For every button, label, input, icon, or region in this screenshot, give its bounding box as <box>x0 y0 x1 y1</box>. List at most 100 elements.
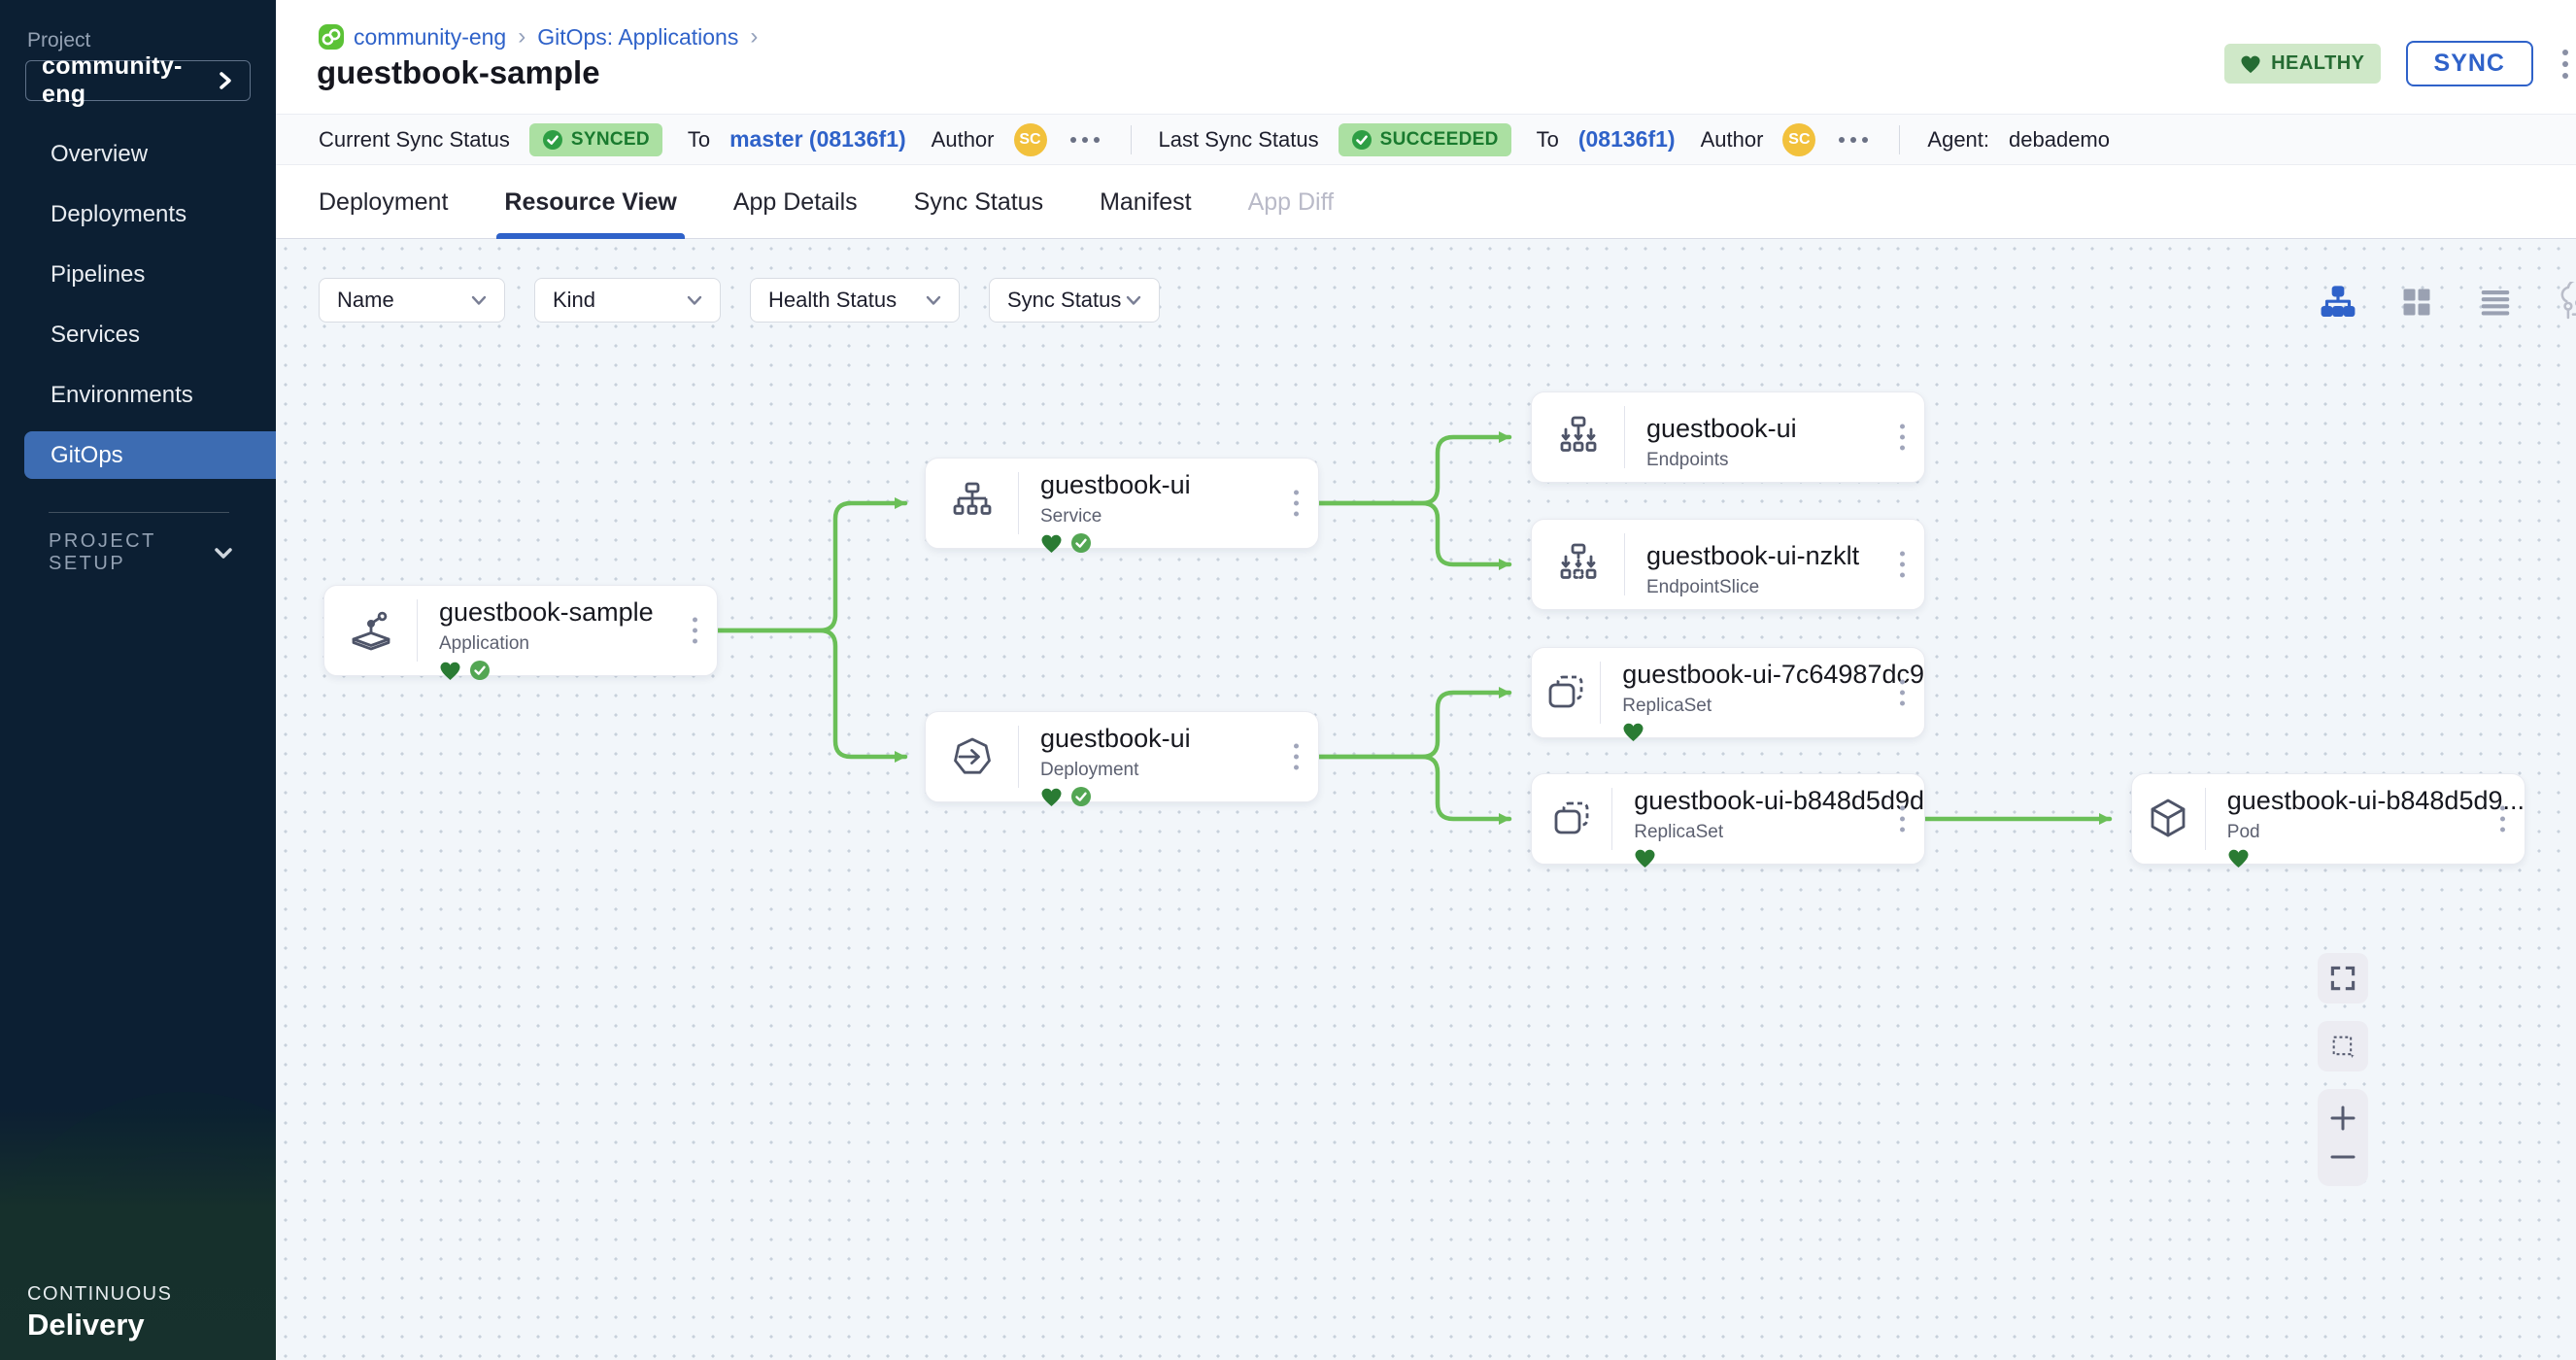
tab-resource-view[interactable]: Resource View <box>504 165 676 239</box>
endpointslice-icon <box>1532 533 1625 595</box>
sidebar-item-pipelines[interactable]: Pipelines <box>0 245 276 305</box>
node-more-menu[interactable] <box>1290 487 1303 521</box>
sync-status-bar: Current Sync Status SYNCED To master (08… <box>276 114 2576 165</box>
gitops-app-page: Project community-eng Overview Deploymen… <box>0 0 2576 1360</box>
node-status <box>1622 722 1924 742</box>
author-label: Author <box>1701 127 1764 153</box>
commit-more-icon[interactable] <box>1067 133 1103 147</box>
resource-node-replicaset-1[interactable]: guestbook-ui-7c64987dc9 ReplicaSet <box>1531 647 1925 738</box>
grid-view-icon[interactable] <box>2399 285 2434 324</box>
filter-kind-dropdown[interactable]: Kind <box>534 278 721 323</box>
node-kind: Endpoints <box>1646 450 1924 471</box>
last-revision-link[interactable]: (08136f1) <box>1578 126 1676 153</box>
resource-node-replicaset-2[interactable]: guestbook-ui-b848d5d9d ReplicaSet <box>1531 773 1925 865</box>
breadcrumb-project-link[interactable]: community-eng <box>354 24 506 51</box>
replicaset-icon <box>1532 662 1601 724</box>
resource-tree-canvas[interactable]: Name Kind Health Status Sync Status <box>276 239 2576 1360</box>
commit-more-icon[interactable] <box>1835 133 1872 147</box>
breadcrumb-separator: › <box>748 23 760 51</box>
node-title: guestbook-ui <box>1040 724 1318 754</box>
to-label: To <box>688 127 710 153</box>
statusbar-divider <box>1899 125 1900 154</box>
zoom-in-button[interactable] <box>2328 1104 2357 1133</box>
resource-node-application[interactable]: guestbook-sample Application <box>323 585 718 676</box>
breadcrumb: community-eng › GitOps: Applications › <box>319 23 760 51</box>
node-status <box>1040 786 1318 807</box>
agent-value: debademo <box>2009 127 2110 153</box>
sidebar-divider <box>49 512 229 513</box>
heart-icon <box>1622 722 1644 742</box>
header-actions: HEALTHY SYNC <box>2224 41 2559 86</box>
heart-icon <box>439 661 461 681</box>
filter-name-dropdown[interactable]: Name <box>319 278 505 323</box>
resource-node-pod[interactable]: guestbook-ui-b848d5d9... Pod <box>2131 773 2525 865</box>
sidebar-item-overview[interactable]: Overview <box>0 124 276 185</box>
tab-sync-status[interactable]: Sync Status <box>914 165 1043 239</box>
sidebar-item-services[interactable]: Services <box>0 305 276 365</box>
node-more-menu[interactable] <box>1290 740 1303 774</box>
current-revision-link[interactable]: master (08136f1) <box>729 126 906 153</box>
zoom-out-button[interactable] <box>2328 1142 2357 1172</box>
node-title: guestbook-ui-b848d5d9d <box>1634 786 1924 816</box>
statusbar-divider <box>1131 125 1132 154</box>
breadcrumb-section-link[interactable]: GitOps: Applications <box>537 24 738 51</box>
node-more-menu[interactable] <box>1896 421 1909 455</box>
node-more-menu[interactable] <box>689 614 701 648</box>
page-title: guestbook-sample <box>317 54 600 91</box>
sidebar: Project community-eng Overview Deploymen… <box>0 0 276 1360</box>
sync-button[interactable]: SYNC <box>2406 41 2533 86</box>
tab-app-diff[interactable]: App Diff <box>1248 165 1334 239</box>
check-circle-icon <box>1070 786 1092 807</box>
fullscreen-button[interactable] <box>2318 953 2368 1003</box>
tab-app-details[interactable]: App Details <box>733 165 858 239</box>
project-selector[interactable]: community-eng <box>25 60 251 101</box>
list-view-icon[interactable] <box>2477 285 2514 324</box>
heart-icon <box>1040 533 1063 554</box>
node-more-menu[interactable] <box>2496 802 2509 836</box>
view-mode-toolbar <box>2320 282 2576 327</box>
node-more-menu[interactable] <box>1896 548 1909 582</box>
current-sync-status-label: Current Sync Status <box>319 127 510 153</box>
author-avatar[interactable]: SC <box>1782 123 1815 156</box>
app-more-actions-menu[interactable] <box>2559 46 2572 83</box>
zoom-out-icon <box>2328 1142 2357 1172</box>
author-avatar[interactable]: SC <box>1014 123 1047 156</box>
node-kind: Pod <box>2227 822 2525 843</box>
resource-node-service[interactable]: guestbook-ui Service <box>925 458 1319 549</box>
pod-icon <box>2132 788 2206 850</box>
sidebar-nav: Overview Deployments Pipelines Services … <box>0 124 276 486</box>
heart-icon <box>1040 787 1063 807</box>
filter-health-status-dropdown[interactable]: Health Status <box>750 278 960 323</box>
network-view-icon[interactable] <box>2557 282 2576 327</box>
sidebar-item-environments[interactable]: Environments <box>0 365 276 425</box>
chevron-down-icon <box>471 295 487 306</box>
tree-view-icon[interactable] <box>2320 284 2356 325</box>
filter-sync-status-dropdown[interactable]: Sync Status <box>989 278 1160 323</box>
link-icon <box>319 24 344 50</box>
node-title: guestbook-ui <box>1040 470 1318 500</box>
marquee-select-button[interactable] <box>2318 1021 2368 1071</box>
check-circle-icon <box>1070 532 1092 554</box>
node-status <box>2227 848 2525 868</box>
tab-manifest[interactable]: Manifest <box>1100 165 1191 239</box>
node-kind: ReplicaSet <box>1634 822 1924 843</box>
resource-node-deployment[interactable]: guestbook-ui Deployment <box>925 711 1319 802</box>
check-circle-icon <box>542 129 563 151</box>
node-more-menu[interactable] <box>1896 676 1909 710</box>
sidebar-item-deployments[interactable]: Deployments <box>0 185 276 245</box>
project-setup-toggle[interactable]: PROJECT SETUP <box>49 530 233 575</box>
node-title: guestbook-sample <box>439 597 717 628</box>
node-more-menu[interactable] <box>1896 802 1909 836</box>
tab-bar: Deployment Resource View App Details Syn… <box>276 165 2576 239</box>
author-label: Author <box>932 127 995 153</box>
chevron-down-icon <box>687 295 702 306</box>
zoom-controls <box>2318 1089 2368 1186</box>
resource-node-endpoints[interactable]: guestbook-ui Endpoints <box>1531 391 1925 483</box>
zoom-in-icon <box>2328 1104 2357 1133</box>
to-label: To <box>1537 127 1559 153</box>
node-status <box>439 660 717 681</box>
sidebar-item-gitops[interactable]: GitOps <box>24 431 276 479</box>
project-selector-value: community-eng <box>42 52 217 109</box>
resource-node-endpointslice[interactable]: guestbook-ui-nzklt EndpointSlice <box>1531 519 1925 610</box>
tab-deployment[interactable]: Deployment <box>319 165 448 239</box>
